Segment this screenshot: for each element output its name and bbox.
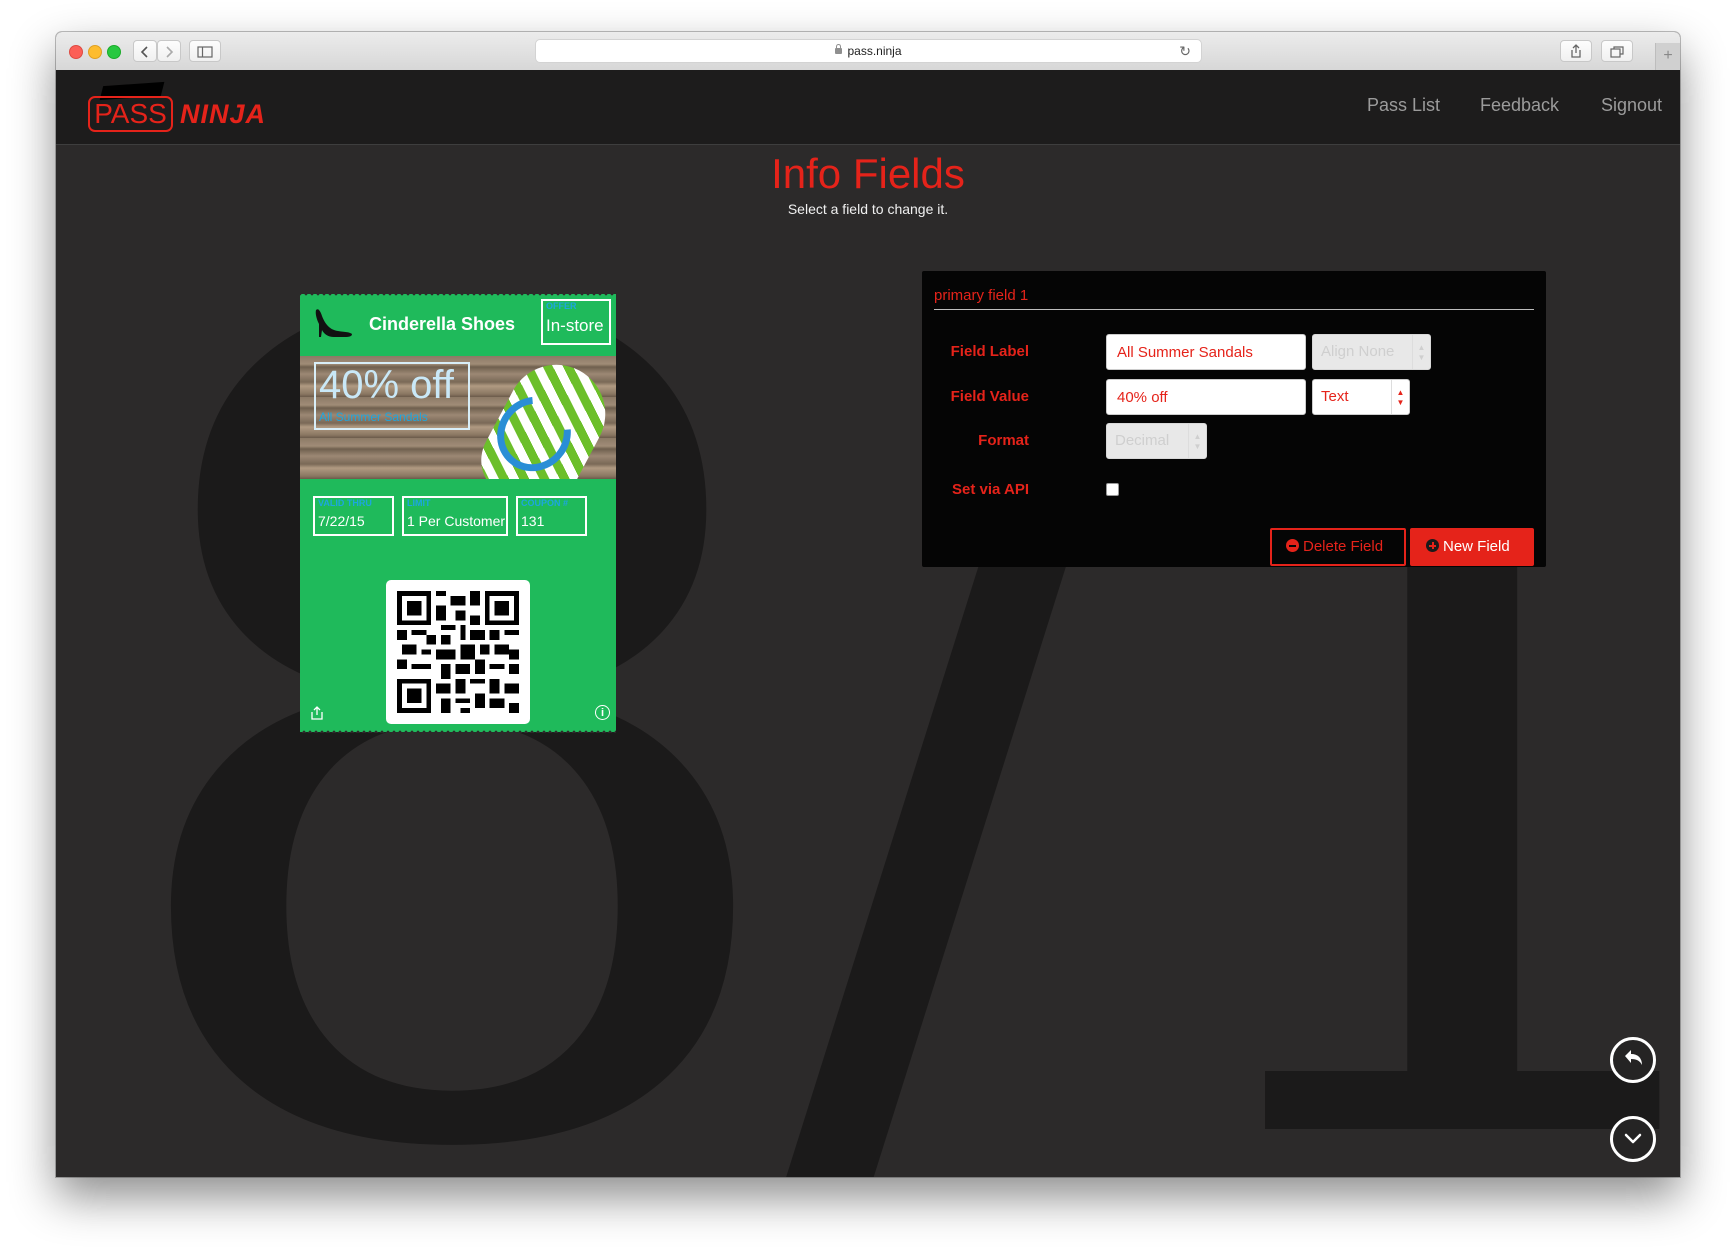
pass-primary-field[interactable]: 40% off All Summer Sandals [314, 362, 470, 430]
minus-circle-icon [1286, 539, 1299, 552]
back-button[interactable] [133, 40, 157, 62]
secondary-field-label: LIMIT [407, 498, 431, 508]
tabs-overview-button[interactable] [1601, 40, 1633, 62]
share-button[interactable] [1560, 40, 1592, 62]
format-label: Format [978, 432, 1029, 449]
forward-button[interactable] [157, 40, 181, 62]
value-type-select-value: Text [1321, 388, 1349, 405]
align-select: Align None ▲ ▼ [1312, 334, 1431, 370]
field-label-input[interactable] [1106, 334, 1306, 370]
set-via-api-checkbox[interactable] [1106, 483, 1119, 496]
pass-secondary-field-limit[interactable]: LIMIT 1 Per Customer [402, 496, 508, 536]
pass-secondary-field-valid-thru[interactable]: VALID THRU 7/22/15 [313, 496, 394, 536]
undo-button[interactable] [1610, 1037, 1656, 1083]
secondary-field-value: 7/22/15 [318, 513, 365, 529]
select-arrows-icon: ▲ ▼ [1188, 424, 1206, 458]
set-via-api-label: Set via API [952, 481, 1029, 498]
format-select-value: Decimal [1115, 432, 1170, 449]
zoom-window-button[interactable] [107, 45, 121, 59]
pass-perforation-bottom [300, 729, 616, 733]
secondary-field-label: COUPON # [521, 498, 569, 508]
high-heel-icon [315, 309, 352, 337]
chevron-right-icon [166, 46, 174, 58]
field-value-label: Field Value [950, 388, 1029, 405]
new-tab-button[interactable]: + [1655, 43, 1680, 70]
primary-field-label: All Summer Sandals [319, 410, 428, 424]
new-field-button[interactable]: New Field [1410, 528, 1534, 566]
qr-code-icon [397, 591, 519, 713]
undo-icon [1625, 1050, 1642, 1065]
page-title: Info Fields [771, 150, 965, 197]
new-field-label: New Field [1443, 538, 1510, 555]
field-editor-panel: primary field 1 Field Label Align None ▲… [922, 271, 1546, 567]
select-arrows-icon: ▲ ▼ [1412, 335, 1430, 369]
close-window-button[interactable] [69, 45, 83, 59]
scroll-down-button[interactable] [1610, 1116, 1656, 1162]
browser-toolbar: pass.ninja ↻ + [56, 32, 1680, 71]
value-type-select[interactable]: Text ▲ ▼ [1312, 379, 1410, 415]
pass-brand-name: Cinderella Shoes [369, 314, 516, 334]
header-field-value: In-store [546, 316, 604, 335]
page-subtitle: Select a field to change it. [787, 201, 949, 217]
chevron-down-icon [1624, 1133, 1642, 1144]
url-text: pass.ninja [847, 44, 902, 58]
info-icon: i [595, 705, 610, 720]
pass-strip-image: 40% off All Summer Sandals [300, 356, 616, 479]
lock-icon [835, 44, 843, 54]
chevron-left-icon [140, 46, 148, 58]
field-value-input[interactable] [1106, 379, 1306, 415]
editor-section-title: primary field 1 [934, 287, 1534, 310]
plus-circle-icon [1426, 539, 1439, 552]
tabs-icon [1610, 46, 1624, 58]
delete-field-label: Delete Field [1303, 538, 1384, 555]
pass-preview: Cinderella Shoes OFFER In-store 40% off … [300, 293, 616, 733]
minimize-window-button[interactable] [88, 45, 102, 59]
format-select: Decimal ▲ ▼ [1106, 423, 1207, 459]
secondary-field-value: 1 Per Customer [407, 513, 506, 529]
field-label-label: Field Label [950, 343, 1029, 360]
browser-window: pass.ninja ↻ + PASS NINJA Pass List Feed… [56, 32, 1680, 1177]
reload-icon[interactable]: ↻ [1179, 40, 1191, 62]
select-arrows-icon: ▲ ▼ [1391, 380, 1409, 414]
header-field-label: OFFER [546, 301, 577, 311]
primary-field-value: 40% off [319, 363, 454, 407]
sidebar-icon [197, 46, 213, 58]
sidebar-toggle-button[interactable] [189, 40, 221, 62]
pass-secondary-field-coupon[interactable]: COUPON # 131 [516, 496, 587, 536]
address-bar[interactable]: pass.ninja ↻ [535, 39, 1202, 63]
pass-header-field[interactable]: OFFER In-store [541, 299, 611, 345]
share-icon [1571, 44, 1581, 58]
delete-field-button[interactable]: Delete Field [1270, 528, 1406, 566]
pass-perforation-top [300, 293, 616, 297]
secondary-field-label: VALID THRU [318, 498, 372, 508]
align-select-value: Align None [1321, 343, 1395, 360]
qr-code [386, 580, 530, 724]
secondary-field-value: 131 [521, 513, 545, 529]
share-icon [311, 706, 323, 720]
